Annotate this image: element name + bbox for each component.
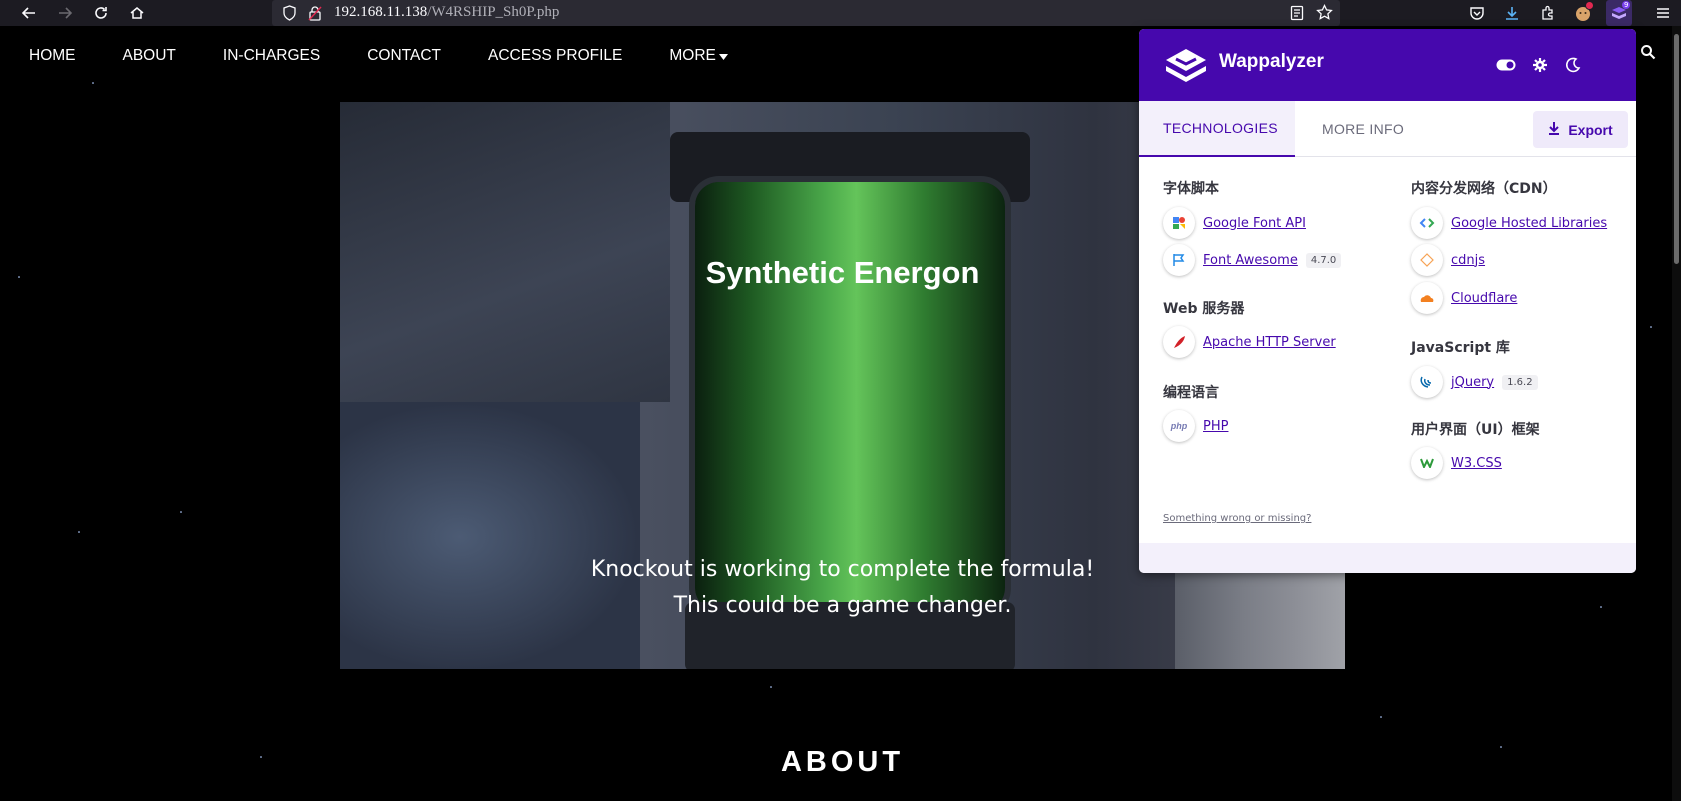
nav-in-charges[interactable]: IN-CHARGES [223,47,320,65]
caret-down-icon [718,47,728,65]
wappalyzer-extension-icon[interactable]: 9 [1606,0,1632,26]
category-font-scripts: 字体脚本 [1163,181,1219,197]
wappalyzer-footer [1139,543,1636,573]
tech-name[interactable]: Apache HTTP Server [1203,335,1336,350]
star-dot [1380,716,1382,718]
version-badge: 1.6.2 [1502,374,1538,390]
nav-more-label: MORE [669,47,716,64]
hero-background-left [340,102,670,402]
tech-w3css[interactable]: W3.CSS [1411,447,1502,479]
nav-access-profile[interactable]: ACCESS PROFILE [488,47,622,65]
nav-more[interactable]: MORE [669,47,728,65]
wappalyzer-brand: Wappalyzer [1219,51,1324,72]
page-scrollbar[interactable] [1672,26,1681,801]
url-path: /W4RSHIP_Sh0P.php [427,4,560,20]
extension-face-icon[interactable] [1570,0,1596,26]
home-icon[interactable] [124,0,150,26]
wappalyzer-popup: Wappalyzer TECHNOLOGIES MORE INFO Export… [1139,29,1636,573]
tech-name[interactable]: PHP [1203,419,1228,434]
category-javascript-library: JavaScript 库 [1411,340,1510,356]
extensions-puzzle-icon[interactable] [1535,0,1561,26]
cloud-icon [1411,282,1443,314]
google-font-icon [1163,207,1195,239]
tech-name[interactable]: Cloudflare [1451,291,1517,306]
reload-icon[interactable] [88,0,114,26]
tech-font-awesome[interactable]: Font Awesome 4.7.0 [1163,244,1342,276]
nav-contact[interactable]: CONTACT [367,47,441,65]
extension-badge: 9 [1622,1,1631,9]
tech-name[interactable]: cdnjs [1451,253,1485,268]
code-brackets-icon [1411,207,1443,239]
category-programming-language: 编程语言 [1163,385,1219,401]
wappalyzer-header: Wappalyzer [1139,29,1636,101]
something-wrong-link[interactable]: Something wrong or missing? [1163,513,1311,524]
category-web-server: Web 服务器 [1163,301,1245,317]
tab-technologies[interactable]: TECHNOLOGIES [1139,101,1295,157]
tech-php[interactable]: php PHP [1163,410,1228,442]
flag-icon [1163,244,1195,276]
star-dot [18,276,20,278]
tech-jquery[interactable]: jQuery 1.6.2 [1411,366,1538,398]
back-arrow-icon[interactable] [16,0,42,26]
url-text[interactable]: 192.168.11.138/W4RSHIP_Sh0P.php [334,4,559,21]
forward-arrow-icon[interactable] [52,0,78,26]
category-ui-framework: 用户界面（UI）框架 [1411,422,1540,438]
insecure-lock-icon[interactable] [308,5,322,26]
about-heading: ABOUT [780,746,905,778]
reader-view-icon[interactable] [1290,5,1304,26]
apache-feather-icon [1163,326,1195,358]
tech-google-hosted-libraries[interactable]: Google Hosted Libraries [1411,207,1607,239]
export-label: Export [1568,121,1613,138]
star-dot [78,531,80,533]
export-button[interactable]: Export [1533,111,1628,148]
pocket-icon[interactable] [1464,0,1490,26]
tech-google-font-api[interactable]: Google Font API [1163,207,1306,239]
moon-icon[interactable] [1561,53,1585,77]
w3css-icon [1411,447,1443,479]
category-cdn: 内容分发网络（CDN） [1411,181,1557,197]
star-dot [180,511,182,513]
tech-name[interactable]: Google Hosted Libraries [1451,216,1607,231]
nav-about[interactable]: ABOUT [123,47,176,65]
url-host: 192.168.11.138 [334,4,428,20]
tech-name[interactable]: Google Font API [1203,216,1306,231]
gear-icon[interactable] [1528,53,1552,77]
hero-subtitle-line: This could be a game changer. [673,593,1012,618]
jquery-icon [1411,366,1443,398]
hero-background-rock [340,402,640,669]
download-icon [1548,121,1560,138]
wappalyzer-logo-icon [1162,45,1210,85]
energon-canister [695,182,1005,612]
star-dot [1650,326,1652,328]
tech-name[interactable]: jQuery [1451,375,1494,390]
tech-cdnjs[interactable]: cdnjs [1411,244,1485,276]
hamburger-menu-icon[interactable] [1650,0,1676,26]
star-dot [1600,606,1602,608]
cdnjs-icon [1411,244,1443,276]
shield-icon[interactable] [282,5,297,26]
search-icon[interactable] [1640,44,1656,65]
version-badge: 4.7.0 [1305,252,1342,268]
tech-name[interactable]: Font Awesome [1203,253,1298,268]
nav-home[interactable]: HOME [29,47,76,65]
tech-name[interactable]: W3.CSS [1451,456,1502,471]
scrollbar-thumb[interactable] [1674,34,1679,264]
tech-cloudflare[interactable]: Cloudflare [1411,282,1517,314]
notification-dot [1585,1,1594,10]
bookmark-star-icon[interactable] [1316,3,1333,26]
star-dot [770,686,772,688]
php-icon: php [1163,410,1195,442]
url-bar[interactable]: 192.168.11.138/W4RSHIP_Sh0P.php [272,0,1340,26]
browser-toolbar: 192.168.11.138/W4RSHIP_Sh0P.php 9 [0,0,1681,26]
downloads-icon[interactable] [1499,0,1525,26]
toggle-switch-icon[interactable] [1494,53,1518,77]
tab-more-info[interactable]: MORE INFO [1319,101,1404,157]
tech-apache[interactable]: Apache HTTP Server [1163,326,1336,358]
